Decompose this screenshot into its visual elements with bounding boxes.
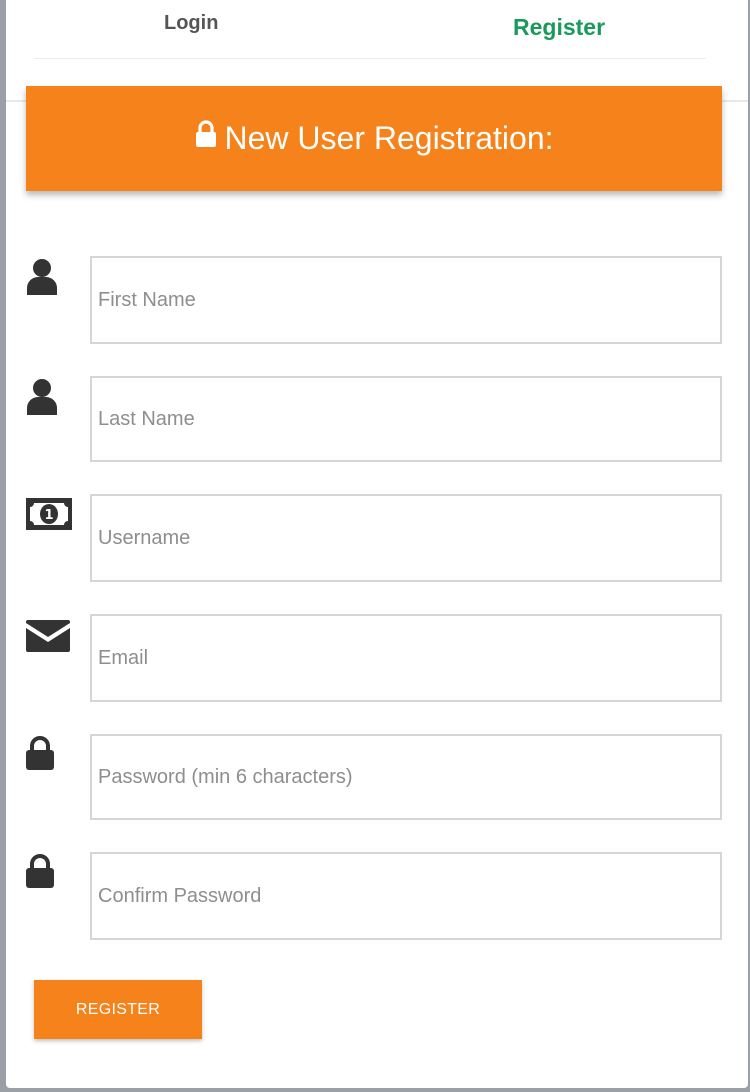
money-bill-icon: 1 xyxy=(26,498,72,535)
last-name-field[interactable] xyxy=(90,376,722,462)
banner-title: New User Registration: xyxy=(224,120,554,156)
confirm-password-field[interactable] xyxy=(90,852,722,940)
registration-panel: Login Register New User Registration: Fi… xyxy=(6,0,748,1088)
password-row xyxy=(6,734,748,822)
first-name-field[interactable] xyxy=(90,256,722,344)
username-field[interactable] xyxy=(90,494,722,582)
lock-icon xyxy=(26,736,54,775)
auth-tabs: Login Register xyxy=(6,0,748,100)
last-name-row xyxy=(6,376,748,464)
user-icon xyxy=(26,378,58,421)
lock-icon xyxy=(26,854,54,893)
registration-banner: New User Registration: xyxy=(26,86,722,191)
envelope-icon xyxy=(26,618,70,657)
svg-text:1: 1 xyxy=(44,508,53,523)
confirm-password-row xyxy=(6,852,748,940)
lock-icon xyxy=(195,119,217,156)
email-field[interactable] xyxy=(90,614,722,702)
tab-divider xyxy=(34,58,706,59)
first-name-row xyxy=(6,256,748,344)
username-row: 1 xyxy=(6,494,748,582)
tab-login[interactable]: Login xyxy=(164,12,218,35)
user-icon xyxy=(26,258,58,301)
password-field[interactable] xyxy=(90,734,722,820)
tab-register[interactable]: Register xyxy=(513,14,605,41)
register-button[interactable]: REGISTER xyxy=(34,980,202,1039)
email-row xyxy=(6,614,748,702)
